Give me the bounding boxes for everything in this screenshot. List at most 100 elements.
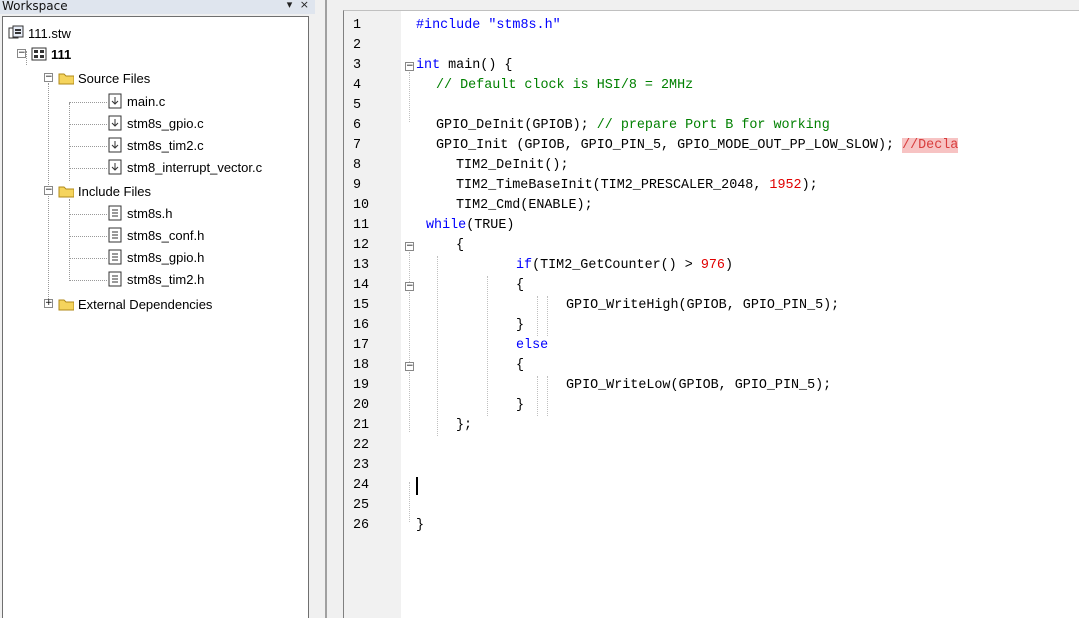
fold-guide: [409, 482, 410, 522]
tree-label-workspace: 111.stw: [28, 25, 71, 41]
line-number: 21: [353, 418, 370, 433]
tree-label-file: main.c: [127, 93, 166, 109]
code-line: else: [516, 336, 548, 356]
code-token: {: [516, 278, 525, 293]
c-file-icon: [107, 159, 123, 175]
tree-folder-source[interactable]: Source Files: [58, 68, 150, 88]
c-file-icon: [107, 137, 123, 153]
tree-file[interactable]: stm8s_gpio.c: [107, 113, 204, 133]
panel-splitter[interactable]: [315, 0, 327, 618]
line-number: 5: [353, 98, 362, 113]
line-number: 23: [353, 458, 370, 473]
line-number-gutter: 1 2 3 4 5 6 7 8 9 10 11 12 13 14 15 16 1…: [344, 11, 401, 618]
expand-icon[interactable]: +: [44, 299, 53, 308]
text-cursor: [416, 477, 418, 495]
code-token: (TIM2_GetCounter() >: [532, 258, 701, 273]
code-line: GPIO_DeInit(GPIOB); // prepare Port B fo…: [436, 116, 830, 136]
tree-file[interactable]: stm8_interrupt_vector.c: [107, 157, 262, 177]
h-file-icon: [107, 227, 123, 243]
code-line: {: [456, 236, 464, 256]
c-file-icon: [107, 93, 123, 109]
line-number: 8: [353, 158, 362, 173]
tree-line: [69, 214, 107, 215]
h-file-icon: [107, 205, 123, 221]
workspace-icon: [8, 25, 24, 41]
tree-file[interactable]: stm8s.h: [107, 203, 173, 223]
code-line: }: [516, 316, 524, 336]
code-token: if: [516, 258, 533, 273]
h-file-icon: [107, 271, 123, 287]
code-token: //Decla: [902, 138, 959, 153]
indent-guide: [547, 296, 548, 336]
tree-item-workspace[interactable]: 111.stw: [8, 23, 71, 43]
line-number: 15: [353, 298, 370, 313]
code-area[interactable]: − − − − #include "stm8s.h" int main() { …: [401, 11, 1079, 618]
code-token: ): [724, 258, 733, 273]
tree-label-file: stm8s_gpio.h: [127, 249, 205, 265]
code-line: if(TIM2_GetCounter() > 976): [516, 256, 733, 276]
code-line: int main() {: [416, 56, 512, 76]
code-line: GPIO_WriteLow(GPIOB, GPIO_PIN_5);: [566, 376, 831, 396]
fold-collapse-icon[interactable]: −: [405, 282, 414, 291]
fold-guide: [409, 72, 410, 122]
code-token: (TRUE): [466, 218, 515, 233]
c-file-icon: [107, 115, 123, 131]
line-number: 16: [353, 318, 370, 333]
line-number: 1: [353, 18, 362, 33]
tree-folder-include[interactable]: Include Files: [58, 181, 151, 201]
code-token: }: [516, 398, 525, 413]
tree-line: [69, 146, 107, 147]
code-line: {: [516, 276, 524, 296]
workspace-window-controls[interactable]: ▾ ×: [287, 0, 311, 11]
tree-line: [69, 103, 70, 181]
code-line: #include "stm8s.h": [416, 16, 561, 36]
tree-file[interactable]: stm8s_gpio.h: [107, 247, 204, 267]
tree-item-project[interactable]: 111: [31, 44, 71, 64]
indent-guide: [537, 376, 538, 416]
line-number: 10: [353, 198, 370, 213]
line-number: 11: [353, 218, 370, 233]
workspace-title: Workspace: [2, 0, 68, 13]
tree-folder-external[interactable]: External Dependencies: [58, 294, 212, 314]
line-number: 9: [353, 178, 362, 193]
collapse-icon[interactable]: −: [44, 186, 53, 195]
fold-collapse-icon[interactable]: −: [405, 362, 414, 371]
collapse-icon[interactable]: −: [44, 73, 53, 82]
code-token: 976: [700, 258, 725, 273]
project-icon: [31, 46, 47, 62]
line-number: 4: [353, 78, 362, 93]
code-token: TIM2_Cmd(ENABLE);: [456, 198, 593, 213]
workspace-tree: 111.stw − 111 − Source Files main.c stm8…: [2, 16, 309, 618]
tree-file[interactable]: stm8s_conf.h: [107, 225, 204, 245]
line-number: 25: [353, 498, 370, 513]
line-number: 17: [353, 338, 370, 353]
tree-file[interactable]: stm8s_tim2.h: [107, 269, 204, 289]
line-number: 2: [353, 38, 362, 53]
tree-label-file: stm8s_tim2.h: [127, 271, 205, 287]
code-token: TIM2_DeInit();: [456, 158, 569, 173]
tree-file[interactable]: stm8s_tim2.c: [107, 135, 204, 155]
line-number: 18: [353, 358, 370, 373]
tree-line: [69, 258, 107, 259]
code-line: GPIO_WriteHigh(GPIOB, GPIO_PIN_5);: [566, 296, 839, 316]
fold-collapse-icon[interactable]: −: [405, 62, 414, 71]
tree-line: [69, 124, 107, 125]
indent-guide: [547, 376, 548, 416]
tree-label-file: stm8s.h: [127, 205, 173, 221]
tree-label-file: stm8s_tim2.c: [127, 137, 204, 153]
tree-line: [69, 236, 107, 237]
code-editor[interactable]: 1 2 3 4 5 6 7 8 9 10 11 12 13 14 15 16 1…: [343, 10, 1079, 618]
tree-file[interactable]: main.c: [107, 91, 165, 111]
code-line: // Default clock is HSI/8 = 2MHz: [436, 76, 693, 96]
collapse-icon[interactable]: −: [17, 49, 26, 58]
code-token: // prepare Port B for working: [596, 118, 830, 133]
code-line: TIM2_DeInit();: [456, 156, 569, 176]
code-token: // Default clock is HSI/8 = 2MHz: [436, 78, 694, 93]
code-line: }: [516, 396, 524, 416]
code-token: GPIO_DeInit(GPIOB);: [436, 118, 597, 133]
code-token: GPIO_WriteHigh(GPIOB, GPIO_PIN_5);: [566, 298, 840, 313]
fold-guide: [409, 372, 410, 432]
folder-icon: [58, 296, 74, 312]
fold-collapse-icon[interactable]: −: [405, 242, 414, 251]
tree-line: [69, 168, 107, 169]
